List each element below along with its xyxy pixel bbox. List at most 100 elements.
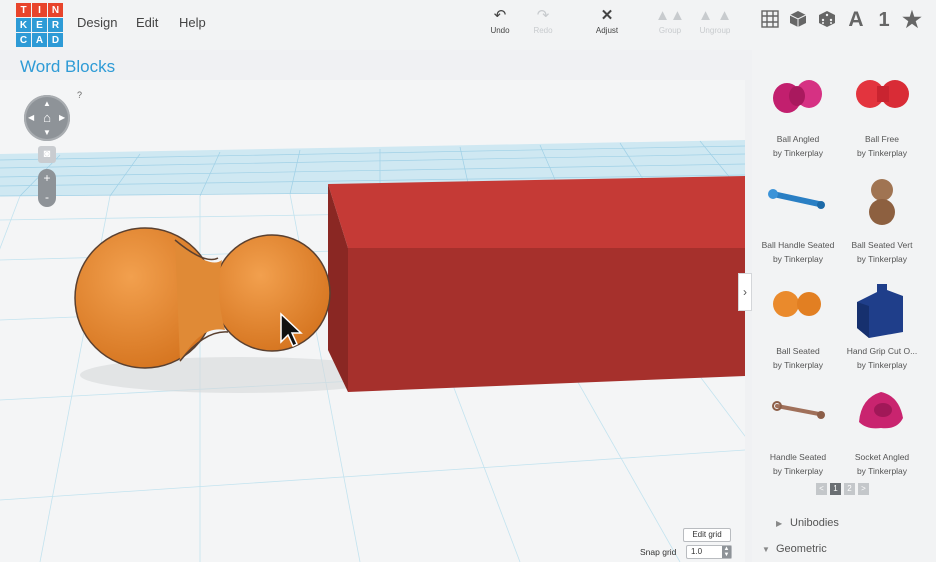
- part-name: Ball Angled: [776, 134, 820, 144]
- logo-letter: C: [16, 33, 31, 47]
- box-top-face[interactable]: [328, 176, 745, 248]
- number-shape-icon[interactable]: 1: [872, 9, 896, 31]
- pager-page-1[interactable]: 1: [830, 483, 841, 495]
- pan-up-icon[interactable]: ▲: [43, 100, 51, 108]
- part-author: by Tinkerplay: [856, 148, 908, 158]
- nav-help-icon[interactable]: ?: [77, 90, 82, 100]
- snap-grid-value: 1.0: [691, 547, 703, 556]
- pager-prev-button[interactable]: <: [816, 483, 827, 495]
- expand-arrow-icon: ▶: [776, 519, 783, 528]
- zoom-control[interactable]: + -: [38, 169, 56, 207]
- part-ball-free[interactable]: Ball Free by Tinkerplay: [837, 68, 927, 160]
- pan-down-icon[interactable]: ▼: [43, 129, 51, 137]
- ball-seated-vert-thumbnail: [869, 179, 895, 225]
- zoom-in-icon[interactable]: +: [38, 169, 56, 188]
- dice-icon[interactable]: [815, 9, 839, 31]
- workplane-canvas[interactable]: [0, 80, 745, 562]
- grid-view-icon[interactable]: [758, 9, 782, 31]
- star-icon[interactable]: ★: [900, 9, 924, 31]
- part-ball-angled[interactable]: Ball Angled by Tinkerplay: [753, 68, 843, 160]
- spinner-arrows-icon[interactable]: ▲ ▼: [722, 546, 731, 558]
- logo-letter: R: [48, 18, 63, 32]
- snap-grid-label: Snap grid: [640, 547, 677, 557]
- box-front-face[interactable]: [348, 248, 745, 392]
- logo-letter: E: [32, 18, 47, 32]
- part-ball-handle-seated[interactable]: Ball Handle Seated by Tinkerplay: [753, 174, 843, 266]
- part-author: by Tinkerplay: [772, 254, 824, 264]
- redo-label: Redo: [533, 26, 553, 35]
- undo-button[interactable]: ↶ Undo: [487, 7, 513, 36]
- part-author: by Tinkerplay: [856, 254, 908, 264]
- logo-letter: K: [16, 18, 31, 32]
- handle-seated-thumbnail: [772, 401, 825, 419]
- logo-letter: A: [32, 33, 47, 47]
- section-unibodies[interactable]: ▶ Unibodies: [776, 517, 839, 529]
- socket-angled-thumbnail: [859, 392, 903, 429]
- part-author: by Tinkerplay: [772, 360, 824, 370]
- part-author: by Tinkerplay: [772, 148, 824, 158]
- pager-next-button[interactable]: >: [858, 483, 869, 495]
- part-name: Socket Angled: [854, 452, 910, 462]
- adjust-button[interactable]: ✕ Adjust: [592, 7, 622, 36]
- logo-letter: D: [48, 33, 63, 47]
- menu-design[interactable]: Design: [77, 15, 117, 30]
- undo-label: Undo: [490, 26, 510, 35]
- collapse-arrow-icon: ▼: [762, 545, 770, 554]
- part-name: Ball Seated Vert: [851, 240, 913, 250]
- project-title[interactable]: Word Blocks: [20, 57, 115, 77]
- part-name: Ball Handle Seated: [761, 240, 835, 250]
- ungroup-icon: ▲ ▲: [698, 7, 732, 24]
- ball-free-thumbnail: [856, 80, 909, 108]
- ball-seated-thumbnail: [773, 291, 821, 317]
- pager-page-2[interactable]: 2: [844, 483, 855, 495]
- adjust-icon: ✕: [600, 7, 614, 24]
- redo-button[interactable]: ↷ Redo: [530, 7, 556, 36]
- menu-help[interactable]: Help: [179, 15, 206, 30]
- part-name: Handle Seated: [769, 452, 827, 462]
- logo-letter: N: [48, 3, 63, 17]
- part-author: by Tinkerplay: [772, 466, 824, 476]
- part-author: by Tinkerplay: [856, 466, 908, 476]
- camera-icon[interactable]: ◙: [38, 146, 56, 163]
- top-toolbar: TINKERCAD Design Edit Help ↶ Undo ↷ Redo…: [0, 0, 936, 50]
- parts-pager: < 1 2 >: [816, 483, 869, 495]
- adjust-label: Adjust: [595, 26, 619, 35]
- section-geometric[interactable]: ▼ Geometric: [762, 543, 827, 555]
- part-ball-seated-vert[interactable]: Ball Seated Vert by Tinkerplay: [837, 174, 927, 266]
- logo-letter: I: [32, 3, 47, 17]
- group-icon: ▲▲: [655, 7, 685, 24]
- home-view-icon[interactable]: ⌂: [39, 110, 55, 126]
- box-icon[interactable]: [786, 9, 810, 31]
- redo-icon: ↷: [536, 7, 550, 24]
- sidebar-collapse-toggle[interactable]: ›: [738, 273, 752, 311]
- group-label: Group: [658, 26, 682, 35]
- ball-angled-thumbnail: [773, 80, 822, 113]
- edit-grid-button[interactable]: Edit grid: [683, 528, 731, 542]
- hand-grip-cut-thumbnail: [857, 284, 903, 338]
- ball-handle-seated-thumbnail: [768, 189, 825, 209]
- view-navigation-control[interactable]: ▲ ▼ ◀ ▶ ⌂: [24, 95, 70, 141]
- undo-icon: ↶: [493, 7, 507, 24]
- menu-edit[interactable]: Edit: [136, 15, 158, 30]
- part-socket-angled[interactable]: Socket Angled by Tinkerplay: [837, 386, 927, 478]
- snap-grid-select[interactable]: 1.0 ▲ ▼: [686, 545, 732, 559]
- part-handle-seated[interactable]: Handle Seated by Tinkerplay: [753, 386, 843, 478]
- part-name: Ball Free: [864, 134, 899, 144]
- section-label: Unibodies: [790, 517, 839, 529]
- part-name: Hand Grip Cut O...: [846, 346, 918, 356]
- ungroup-label: Ungroup: [699, 26, 731, 35]
- logo-letter: T: [16, 3, 31, 17]
- pan-left-icon[interactable]: ◀: [28, 114, 34, 122]
- part-ball-seated[interactable]: Ball Seated by Tinkerplay: [753, 280, 843, 372]
- part-name: Ball Seated: [776, 346, 820, 356]
- part-author: by Tinkerplay: [856, 360, 908, 370]
- ungroup-button[interactable]: ▲ ▲ Ungroup: [698, 7, 732, 36]
- tinkercad-logo[interactable]: TIN KER CAD: [16, 3, 63, 47]
- section-label: Geometric: [776, 543, 827, 555]
- group-button[interactable]: ▲▲ Group: [655, 7, 685, 36]
- pan-right-icon[interactable]: ▶: [59, 114, 65, 122]
- text-shape-icon[interactable]: A: [844, 9, 868, 31]
- part-hand-grip-cut[interactable]: Hand Grip Cut O... by Tinkerplay: [837, 280, 927, 372]
- zoom-out-icon[interactable]: -: [38, 188, 56, 207]
- ball-seated-shape[interactable]: [74, 227, 331, 369]
